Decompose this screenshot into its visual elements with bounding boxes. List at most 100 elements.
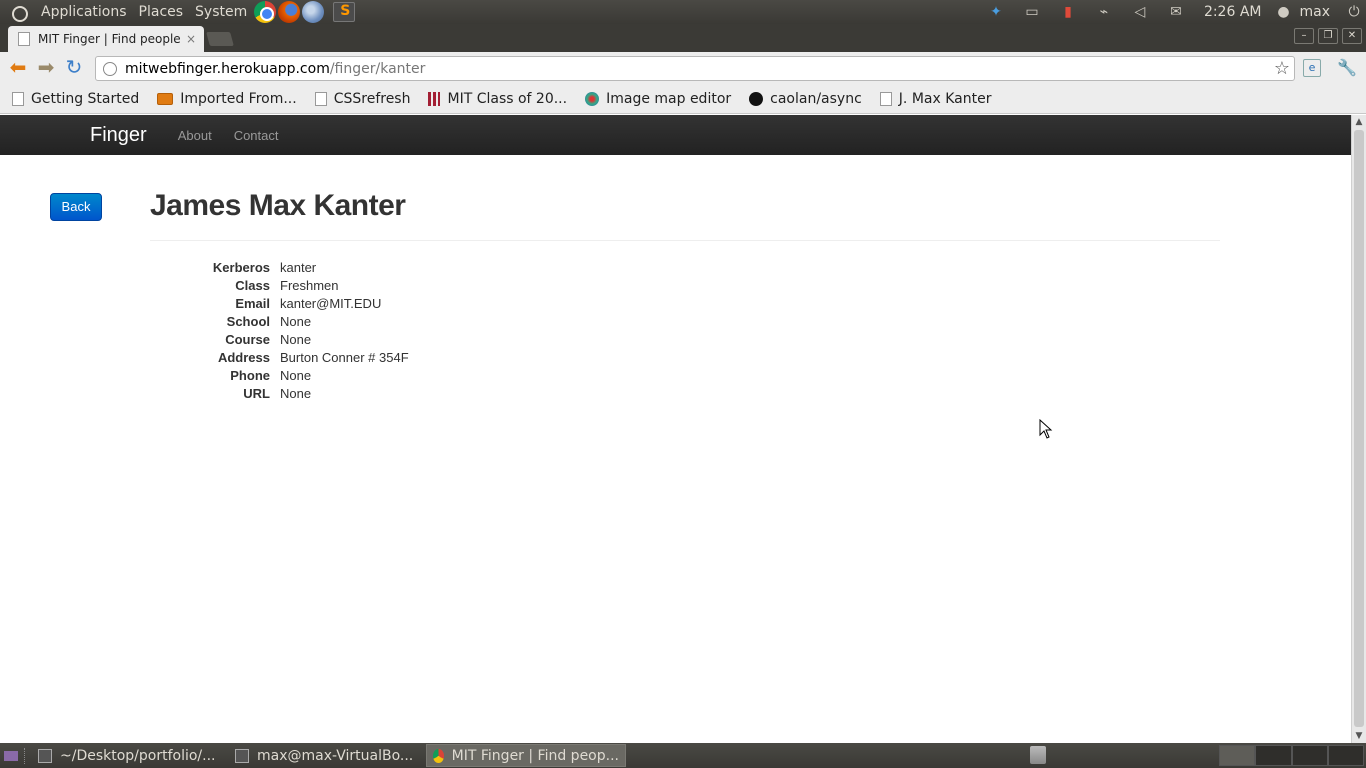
back-button[interactable]: Back	[50, 193, 102, 221]
task-terminal[interactable]: max@max-VirtualBo...	[229, 744, 424, 767]
bookmark-label: MIT Class of 20...	[447, 90, 568, 107]
workspace-4[interactable]	[1327, 745, 1364, 766]
chrome-icon[interactable]	[254, 1, 277, 23]
detail-value: kanter	[280, 260, 317, 275]
bookmark-label: Image map editor	[606, 90, 732, 107]
task-label: max@max-VirtualBo...	[257, 747, 414, 764]
workspace-1[interactable]	[1219, 745, 1256, 766]
page-icon	[314, 91, 327, 106]
bookmark-imported-from[interactable]: Imported From...	[157, 91, 302, 107]
detail-label: Kerberos	[212, 260, 270, 275]
bookmarks-bar: Getting Started Imported From... CSSrefr…	[0, 84, 1366, 114]
github-icon	[749, 91, 764, 106]
site-navbar: Finger About Contact	[0, 115, 1351, 155]
detail-address: Address Burton Conner # 354F	[150, 349, 409, 367]
trash-icon[interactable]	[1030, 746, 1046, 764]
url-host: mitwebfinger.herokuapp.com	[125, 60, 330, 77]
site-brand[interactable]: Finger	[90, 124, 147, 147]
detail-label: Course	[225, 332, 270, 347]
bookmark-getting-started[interactable]: Getting Started	[12, 91, 145, 107]
page-title: James Max Kanter	[150, 189, 406, 222]
title-divider	[150, 240, 1220, 241]
display-icon[interactable]: ▭	[1024, 4, 1040, 20]
volume-icon[interactable]: ◁	[1132, 4, 1148, 20]
detail-value: None	[280, 314, 312, 329]
bookmark-image-map-editor[interactable]: Image map editor	[585, 91, 737, 107]
bookmark-star-icon[interactable]: ☆	[1274, 58, 1290, 79]
nav-about[interactable]: About	[178, 128, 212, 143]
firefox-icon[interactable]	[278, 1, 301, 23]
mit-icon	[428, 91, 441, 106]
bookmark-caolan-async[interactable]: caolan/async	[749, 91, 868, 107]
folder-icon	[38, 748, 52, 763]
scroll-down-arrow-icon[interactable]: ▼	[1352, 729, 1366, 743]
browser-tab[interactable]: MIT Finger | Find people al ×	[8, 26, 204, 52]
extension-icon[interactable]: e	[1303, 59, 1321, 77]
folder-icon	[157, 92, 174, 105]
battery-icon[interactable]: ▮	[1060, 4, 1076, 20]
detail-value: None	[280, 386, 312, 401]
bookmark-mit-class[interactable]: MIT Class of 20...	[428, 91, 573, 107]
tab-strip: MIT Finger | Find people al × – ❐ ✕	[0, 24, 1366, 52]
nav-contact[interactable]: Contact	[234, 128, 279, 143]
mail-icon[interactable]: ✉	[1168, 4, 1184, 20]
bookmark-cssrefresh[interactable]: CSSrefresh	[314, 90, 417, 107]
forward-arrow-icon[interactable]: ➡	[35, 57, 57, 79]
new-tab-button[interactable]	[206, 32, 234, 46]
page-favicon-icon	[18, 32, 30, 46]
close-window-button[interactable]: ✕	[1342, 28, 1362, 44]
task-file-manager[interactable]: ~/Desktop/portfolio/...	[32, 744, 227, 767]
scrollbar-thumb[interactable]	[1354, 130, 1364, 727]
page-icon	[12, 91, 24, 106]
detail-label: Address	[217, 350, 270, 365]
task-label: ~/Desktop/portfolio/...	[60, 747, 216, 764]
workspace-switcher[interactable]	[1219, 745, 1364, 766]
bookmark-j-max-kanter[interactable]: J. Max Kanter	[879, 91, 998, 107]
show-desktop-icon[interactable]	[4, 750, 18, 761]
places-menu[interactable]: Places	[133, 0, 190, 24]
web-browser-icon[interactable]	[302, 1, 325, 23]
reload-icon[interactable]: ↻	[63, 57, 85, 79]
user-name[interactable]: max	[1299, 4, 1330, 20]
applications-menu[interactable]: Applications	[35, 0, 133, 24]
person-details: Kerberos kanter Class Freshmen Email kan…	[150, 259, 409, 403]
clock[interactable]: 2:26 AM	[1204, 4, 1262, 20]
detail-value: Burton Conner # 354F	[280, 350, 409, 365]
bookmark-label: Getting Started	[31, 90, 140, 107]
workspace-3[interactable]	[1291, 745, 1328, 766]
back-arrow-icon[interactable]: ⬅	[7, 57, 29, 79]
panel-menu: Applications Places System	[0, 0, 356, 24]
page-icon	[879, 91, 892, 106]
detail-label: Email	[235, 296, 270, 311]
workspace-2[interactable]	[1255, 745, 1292, 766]
tab-close-icon[interactable]: ×	[184, 32, 198, 46]
dropbox-icon[interactable]: ✦	[988, 4, 1004, 20]
page-scrollbar[interactable]: ▲ ▼	[1351, 115, 1366, 743]
detail-value: Freshmen	[280, 278, 339, 293]
bookmark-label: Imported From...	[180, 90, 297, 107]
detail-phone: Phone None	[150, 367, 409, 385]
sublime-text-icon[interactable]	[333, 2, 356, 22]
detail-school: School None	[150, 313, 409, 331]
restore-button[interactable]: ❐	[1318, 28, 1338, 44]
detail-value: None	[280, 332, 312, 347]
address-bar[interactable]: mitwebfinger.herokuapp.com/finger/kanter…	[95, 56, 1295, 81]
bookmark-label: CSSrefresh	[333, 90, 411, 107]
system-menu[interactable]: System	[189, 0, 253, 24]
bottom-panel: ~/Desktop/portfolio/... max@max-VirtualB…	[0, 743, 1366, 768]
task-chrome[interactable]: MIT Finger | Find peop...	[426, 744, 626, 767]
page-viewport: Finger About Contact Back James Max Kant…	[0, 115, 1351, 743]
ubuntu-logo-icon[interactable]	[9, 3, 28, 22]
chat-icon[interactable]: ●	[1275, 4, 1291, 20]
wrench-icon[interactable]: 🔧	[1337, 58, 1357, 78]
task-label: MIT Finger | Find peop...	[451, 747, 619, 764]
window-controls: – ❐ ✕	[1294, 28, 1362, 44]
minimize-button[interactable]: –	[1294, 28, 1314, 44]
detail-label: URL	[243, 386, 270, 401]
browser-toolbar: ⬅ ➡ ↻ mitwebfinger.herokuapp.com/finger/…	[0, 52, 1366, 84]
power-icon[interactable]: ⏻	[1346, 4, 1362, 20]
map-icon	[585, 91, 600, 106]
terminal-icon	[235, 748, 249, 763]
scroll-up-arrow-icon[interactable]: ▲	[1352, 115, 1366, 129]
network-icon[interactable]: ⌁	[1096, 4, 1112, 20]
